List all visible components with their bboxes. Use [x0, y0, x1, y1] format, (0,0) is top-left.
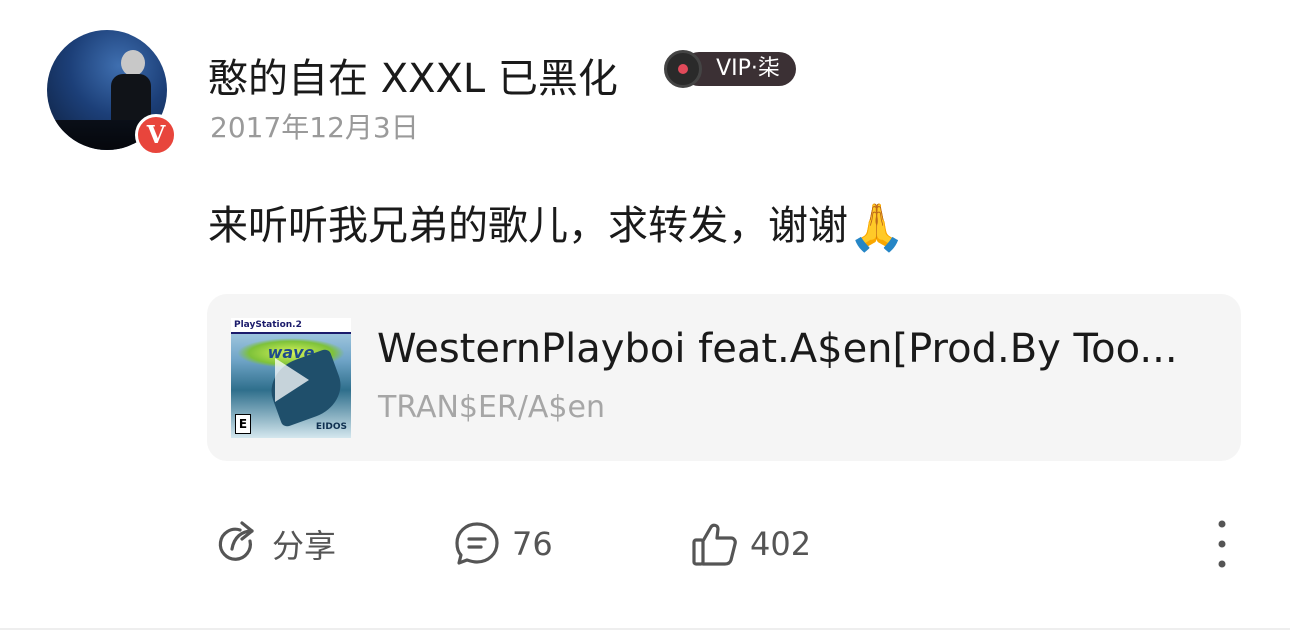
song-title: WesternPlayboi feat.A$en[Prod.By Too...	[377, 326, 1178, 372]
cover-rating-label: E	[235, 414, 251, 434]
comment-button[interactable]: 76	[452, 518, 553, 570]
like-button[interactable]: 402	[690, 518, 811, 570]
album-cover[interactable]: PlayStation.2 wave E EIDOS	[231, 318, 351, 438]
author-name[interactable]: 憨的自在 XXXL 已黑化	[208, 46, 618, 104]
cover-platform-strip: PlayStation.2	[231, 318, 351, 334]
post-date: 2017年12月3日	[210, 111, 419, 144]
post-divider	[0, 628, 1290, 630]
play-icon[interactable]	[275, 358, 309, 402]
more-options-button[interactable]	[1206, 518, 1238, 570]
cover-brand-label: EIDOS	[315, 422, 347, 432]
comment-bubble-icon	[455, 522, 499, 565]
post-text: 来听听我兄弟的歌儿，求转发，谢谢🙏	[208, 193, 905, 255]
thumbs-up-icon	[692, 523, 737, 566]
music-card[interactable]: PlayStation.2 wave E EIDOS WesternPlaybo…	[207, 294, 1241, 461]
more-vertical-icon	[1218, 520, 1226, 568]
vinyl-disc-icon	[664, 50, 702, 88]
praying-hands-icon: 🙏	[848, 200, 906, 254]
share-arrow-icon	[218, 521, 254, 561]
like-count: 402	[750, 525, 812, 563]
comment-count: 76	[512, 525, 553, 563]
post-text-content: 来听听我兄弟的歌儿，求转发，谢谢	[208, 203, 848, 249]
verified-badge: V	[135, 114, 177, 156]
share-button[interactable]: 分享	[212, 518, 336, 570]
author-avatar[interactable]: V	[47, 30, 177, 156]
vip-badge[interactable]: VIP·柒	[664, 50, 796, 88]
share-label: 分享	[272, 527, 337, 565]
song-artist: TRAN$ER/A$en	[378, 390, 605, 425]
avatar-figure-head	[121, 50, 145, 76]
